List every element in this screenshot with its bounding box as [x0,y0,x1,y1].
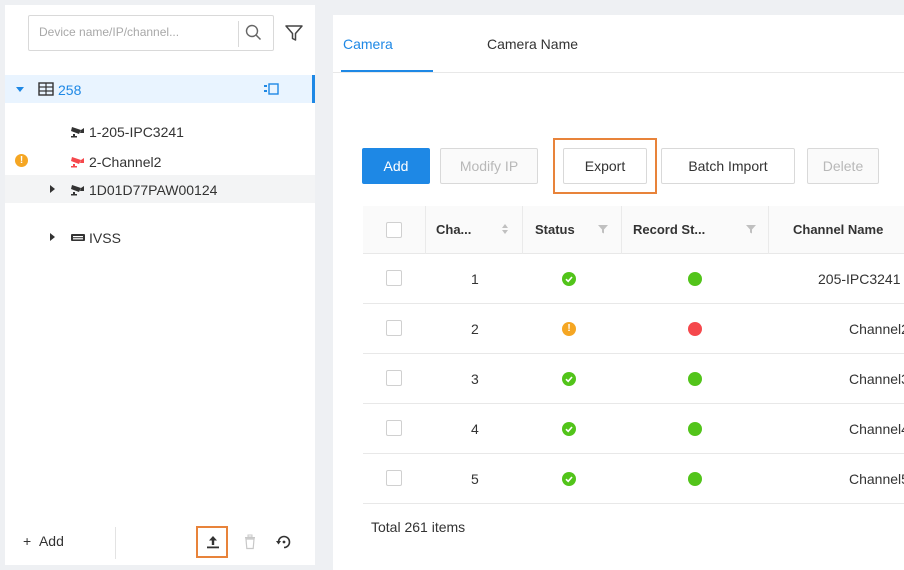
row-checkbox[interactable] [386,370,402,386]
batch-import-button[interactable]: Batch Import [661,148,795,184]
tab-camera[interactable]: Camera [343,36,393,52]
tab-camera-name[interactable]: Camera Name [487,36,578,52]
camera-icon [71,157,84,168]
table-header: Cha... Status Record St... Channel Name [363,206,904,254]
column-header-status[interactable]: Status [535,222,575,237]
modify-ip-button[interactable]: Modify IP [440,148,538,184]
warning-icon: ! [15,154,28,167]
table-row[interactable]: 2 ! Channel2 [363,304,904,354]
camera-icon [71,185,84,196]
table-row[interactable]: 1 205-IPC3241 [363,254,904,304]
column-divider [425,206,426,254]
caret-down-icon[interactable] [15,84,25,94]
tab-bar: Camera Camera Name [333,15,904,73]
channel-number: 2 [471,321,479,337]
row-checkbox[interactable] [386,320,402,336]
tree-node-camera-1[interactable]: 1-205-IPC3241 [5,117,315,145]
channel-name: 205-IPC3241 [818,271,901,287]
channel-name: Channel2 [849,321,904,337]
filter-icon [285,25,303,41]
delete-button[interactable]: Delete [807,148,879,184]
record-status-dot [688,372,702,386]
add-button[interactable]: Add [362,148,430,184]
filter-icon[interactable] [746,224,756,234]
channel-number: 5 [471,471,479,487]
status-ok-icon [562,272,576,286]
import-button[interactable] [196,526,228,558]
tree-node-camera-3[interactable]: 1D01D77PAW00124 [5,175,315,203]
status-ok-icon [562,372,576,386]
upload-icon [207,536,219,549]
ivss-icon [71,234,85,241]
camera-icon [71,127,84,138]
tree-node-label: 1-205-IPC3241 [89,124,184,140]
column-header-channel-name[interactable]: Channel Name [793,222,883,237]
total-items: Total 261 items [371,519,466,535]
status-warning-icon: ! [562,322,576,336]
channel-list-panel: Camera Camera Name Add Modify IP Export … [333,15,904,570]
filter-icon[interactable] [598,224,608,234]
row-checkbox[interactable] [386,470,402,486]
caret-right-icon[interactable] [47,184,57,194]
filter-button[interactable] [284,23,304,43]
add-device-label: Add [38,533,64,549]
search-box [28,15,274,51]
tree-footer: + Add [5,519,315,565]
caret-right-icon[interactable] [47,232,57,242]
tree-node-ivss[interactable]: IVSS [5,223,315,251]
search-icon [245,24,262,41]
channel-number: 1 [471,271,479,287]
tree-node-258[interactable]: 258 [5,75,315,103]
status-ok-icon [562,422,576,436]
column-divider [522,206,523,254]
channel-number: 4 [471,421,479,437]
active-tab-indicator [341,70,433,72]
channel-number: 3 [471,371,479,387]
channel-name: Channel3 [849,371,904,387]
search-row [28,15,313,51]
search-button[interactable] [244,23,268,45]
tree-node-label: 2-Channel2 [89,154,162,170]
nvr-icon [38,82,54,96]
column-divider [621,206,622,254]
selection-indicator [312,75,315,103]
column-divider [768,206,769,254]
device-tree-panel: 258 1-205-IPC3241 ! 2-Channel2 1D01D77PA… [5,5,315,565]
trash-icon[interactable] [243,534,257,550]
table-row[interactable]: 5 Channel5 [363,454,904,504]
record-status-dot [688,472,702,486]
column-header-channel[interactable]: Cha... [436,222,471,237]
column-header-record-status[interactable]: Record St... [633,222,705,237]
channel-name: Channel5 [849,471,904,487]
refresh-icon[interactable] [275,533,293,551]
export-button[interactable]: Export [563,148,647,184]
row-checkbox[interactable] [386,270,402,286]
sort-icon[interactable] [501,223,509,235]
table-row[interactable]: 3 Channel3 [363,354,904,404]
record-status-dot [688,272,702,286]
tree-node-label: IVSS [89,230,121,246]
tree-node-label: 1D01D77PAW00124 [89,182,218,198]
row-checkbox[interactable] [386,420,402,436]
status-ok-icon [562,472,576,486]
record-status-dot [688,422,702,436]
tree-node-camera-2[interactable]: ! 2-Channel2 [5,147,315,175]
footer-divider [115,527,116,559]
search-input[interactable] [39,25,219,39]
plus-icon: + [23,533,39,549]
table-row[interactable]: 4 Channel4 [363,404,904,454]
channel-name: Channel4 [849,421,904,437]
add-device-button[interactable]: + Add [23,533,64,549]
device-detail-icon[interactable] [263,82,279,96]
select-all-checkbox[interactable] [386,222,402,238]
search-divider [238,21,239,47]
tree-node-label: 258 [58,82,82,98]
record-status-dot [688,322,702,336]
